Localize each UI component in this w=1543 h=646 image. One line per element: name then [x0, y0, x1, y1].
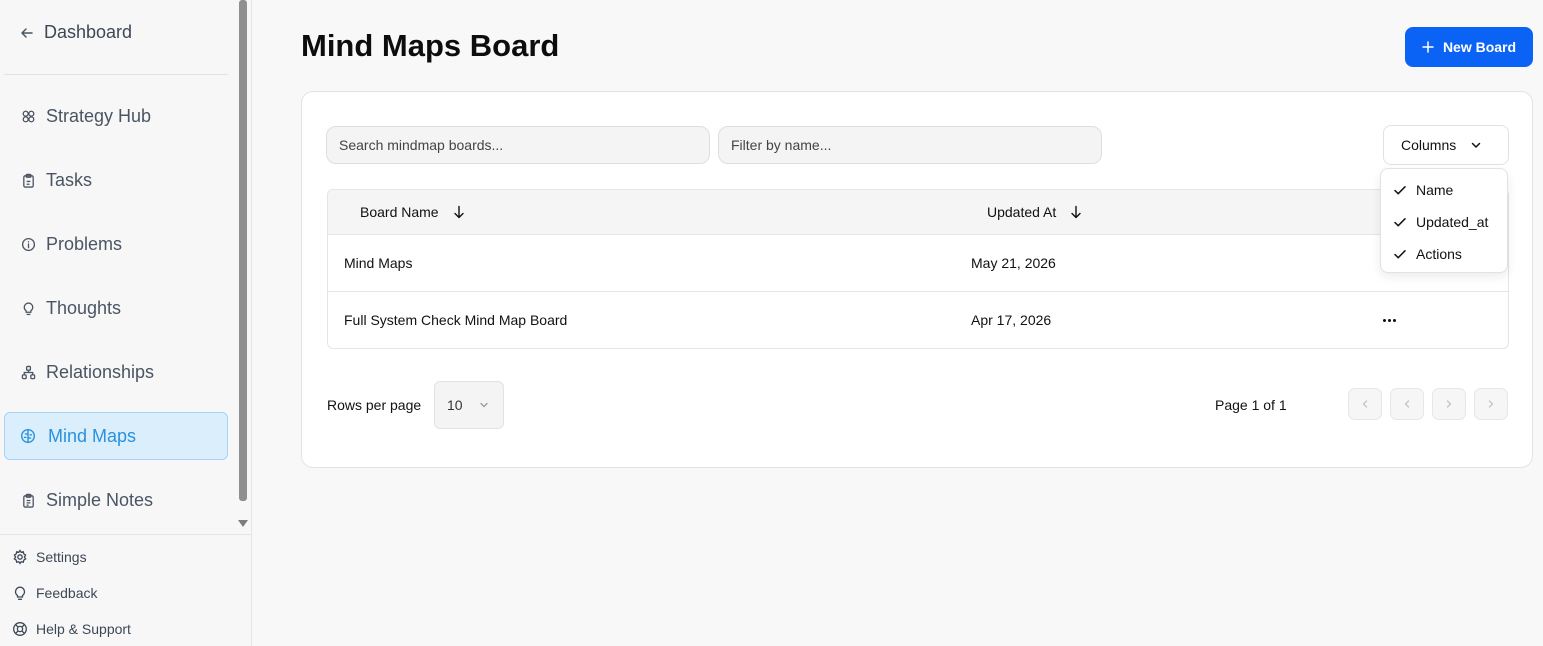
- sidebar-item-thoughts[interactable]: Thoughts: [4, 284, 228, 332]
- settings-link[interactable]: Settings: [12, 549, 87, 565]
- feedback-label: Feedback: [36, 585, 98, 601]
- sidebar-item-relationships[interactable]: Relationships: [4, 348, 228, 396]
- sidebar-item-label: Simple Notes: [46, 489, 154, 510]
- updated-at-cell: May 21, 2026: [971, 255, 1056, 271]
- last-page-button[interactable]: [1474, 388, 1508, 420]
- arrow-down-icon: [453, 205, 464, 219]
- search-input[interactable]: Search mindmap boards...: [326, 126, 710, 164]
- sidebar-item-label: Strategy Hub: [46, 105, 152, 126]
- sidebar-footer-divider: [0, 534, 252, 535]
- updated-at-header[interactable]: Updated At: [987, 204, 1082, 220]
- chevron-down-icon: [479, 402, 488, 408]
- sidebar-item-tasks[interactable]: Tasks: [4, 156, 228, 204]
- feedback-link[interactable]: Feedback: [12, 585, 97, 601]
- check-icon: [1394, 218, 1406, 227]
- board-name-cell[interactable]: Full System Check Mind Map Board: [344, 312, 567, 328]
- sidebar: Dashboard Strategy Hub Tasks Problems Th…: [0, 0, 252, 646]
- column-toggle-actions[interactable]: Actions: [1381, 238, 1507, 270]
- column-header-label: Board Name: [360, 204, 439, 220]
- chevrons-left-icon: [1362, 400, 1368, 408]
- rows-per-page-label: Rows per page: [327, 397, 422, 413]
- chevrons-right-icon: [1488, 400, 1494, 408]
- column-toggle-updated-at[interactable]: Updated_at: [1381, 206, 1507, 238]
- sidebar-scrollbar-thumb[interactable]: [239, 0, 247, 501]
- page-info: Page 1 of 1: [1215, 397, 1287, 413]
- boards-table: Board Name Updated At Mind Maps May 21, …: [327, 189, 1509, 349]
- table-row[interactable]: Mind Maps May 21, 2026: [328, 235, 1508, 292]
- clipboard-list-icon: [23, 493, 34, 508]
- sidebar-item-mind-maps[interactable]: Mind Maps: [4, 412, 228, 460]
- table-row[interactable]: Full System Check Mind Map Board Apr 17,…: [328, 292, 1508, 348]
- column-toggle-label: Updated_at: [1416, 214, 1489, 230]
- sidebar-item-label: Thoughts: [46, 297, 122, 318]
- sidebar-item-strategy-hub[interactable]: Strategy Hub: [4, 92, 228, 140]
- scroll-down-arrow-icon[interactable]: [238, 520, 248, 527]
- rows-per-page-value: 10: [447, 397, 463, 413]
- sidebar-nav: Dashboard Strategy Hub Tasks Problems Th…: [0, 0, 252, 534]
- first-page-button[interactable]: [1348, 388, 1382, 420]
- board-name-header[interactable]: Board Name: [360, 204, 465, 220]
- arrow-down-icon: [1071, 205, 1081, 219]
- info-icon: [21, 237, 36, 251]
- table-header: Board Name Updated At: [328, 190, 1508, 235]
- back-to-dashboard-link[interactable]: Dashboard: [20, 22, 132, 43]
- check-icon: [1394, 250, 1406, 259]
- brain-icon: [20, 428, 36, 444]
- sidebar-item-simple-notes[interactable]: Simple Notes: [4, 476, 228, 524]
- next-page-button[interactable]: [1432, 388, 1466, 420]
- boards-card: Search mindmap boards... Filter by name.…: [301, 91, 1533, 468]
- sidebar-item-label: Problems: [46, 233, 123, 254]
- plus-icon: [1422, 41, 1434, 53]
- columns-dropdown-menu: Name Updated_at Actions: [1380, 168, 1508, 273]
- lightbulb-icon: [14, 586, 26, 600]
- lightbulb-icon: [23, 301, 34, 315]
- chevron-left-icon: [1404, 400, 1410, 408]
- lifebuoy-icon: [13, 622, 27, 636]
- help-support-label: Help & Support: [36, 621, 131, 637]
- board-name-cell[interactable]: Mind Maps: [344, 255, 412, 271]
- sidebar-item-problems[interactable]: Problems: [4, 220, 228, 268]
- back-label: Dashboard: [44, 22, 133, 42]
- filter-input[interactable]: Filter by name...: [718, 126, 1102, 164]
- columns-button[interactable]: Columns: [1383, 125, 1509, 165]
- chevron-down-icon: [1472, 142, 1481, 148]
- row-actions-more-icon[interactable]: [1381, 310, 1397, 330]
- sidebar-item-label: Mind Maps: [48, 425, 137, 446]
- settings-label: Settings: [36, 549, 87, 565]
- columns-label: Columns: [1401, 137, 1457, 153]
- new-board-button[interactable]: New Board: [1405, 27, 1533, 67]
- check-icon: [1394, 186, 1406, 195]
- column-header-label: Updated At: [987, 204, 1057, 220]
- previous-page-button[interactable]: [1390, 388, 1424, 420]
- sidebar-item-label: Tasks: [46, 169, 93, 190]
- column-toggle-name[interactable]: Name: [1381, 174, 1507, 206]
- column-toggle-label: Actions: [1416, 246, 1462, 262]
- help-support-link[interactable]: Help & Support: [12, 621, 131, 637]
- updated-at-cell: Apr 17, 2026: [971, 312, 1052, 328]
- page-title: Mind Maps Board: [301, 28, 560, 63]
- column-toggle-label: Name: [1416, 182, 1454, 198]
- clipboard-icon: [23, 173, 34, 188]
- sidebar-item-label: Relationships: [46, 361, 155, 382]
- chevron-right-icon: [1446, 400, 1452, 408]
- sidebar-divider: [4, 74, 228, 75]
- new-board-label: New Board: [1442, 39, 1517, 55]
- network-icon: [21, 365, 36, 379]
- arrow-left-icon: [21, 27, 33, 38]
- rows-per-page-select[interactable]: 10: [434, 381, 504, 429]
- strategy-hub-icon: [22, 110, 35, 122]
- gear-icon: [13, 549, 27, 565]
